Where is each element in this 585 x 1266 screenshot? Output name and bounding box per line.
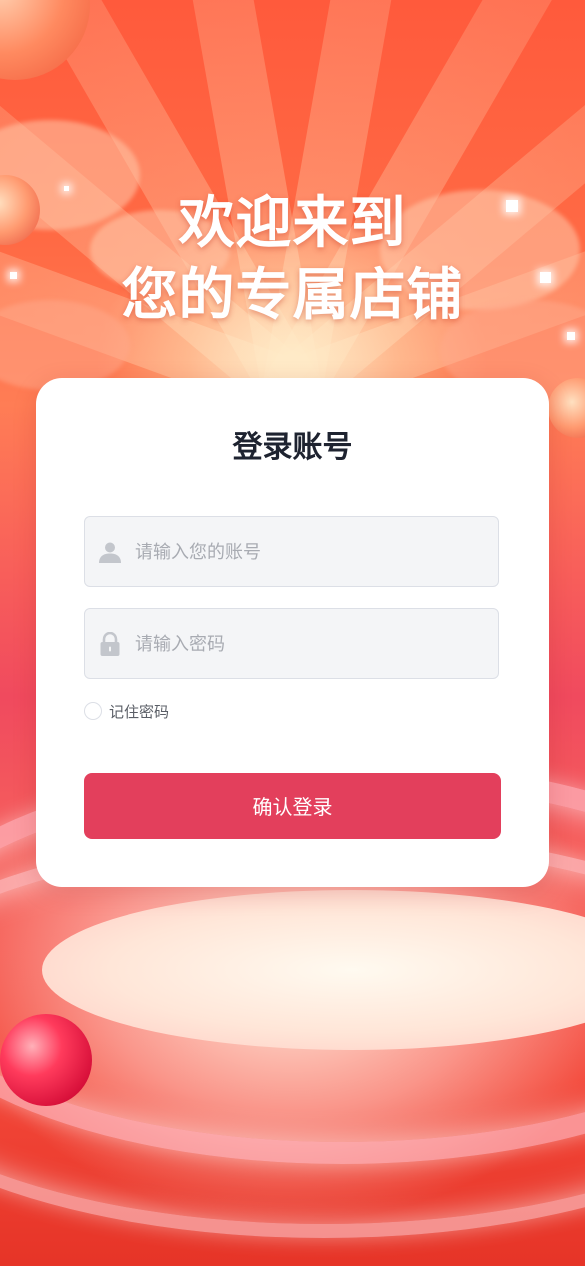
password-input[interactable]: [133, 609, 487, 680]
remember-label: 记住密码: [109, 702, 170, 721]
account-input[interactable]: [133, 517, 487, 588]
confirm-login-button[interactable]: 确认登录: [84, 773, 501, 839]
remember-checkbox[interactable]: [84, 702, 102, 720]
headline-line-1: 欢迎来到: [178, 191, 407, 256]
lock-icon: [100, 632, 120, 656]
remember-password[interactable]: 记住密码: [84, 700, 169, 722]
headline-line-2: 您的专属店铺: [121, 263, 464, 328]
welcome-headline: 欢迎来到 您的专属店铺: [0, 188, 585, 332]
user-icon: [99, 542, 121, 563]
password-field[interactable]: [84, 608, 499, 680]
account-field[interactable]: [84, 516, 499, 588]
login-title: 登录账号: [232, 430, 353, 465]
